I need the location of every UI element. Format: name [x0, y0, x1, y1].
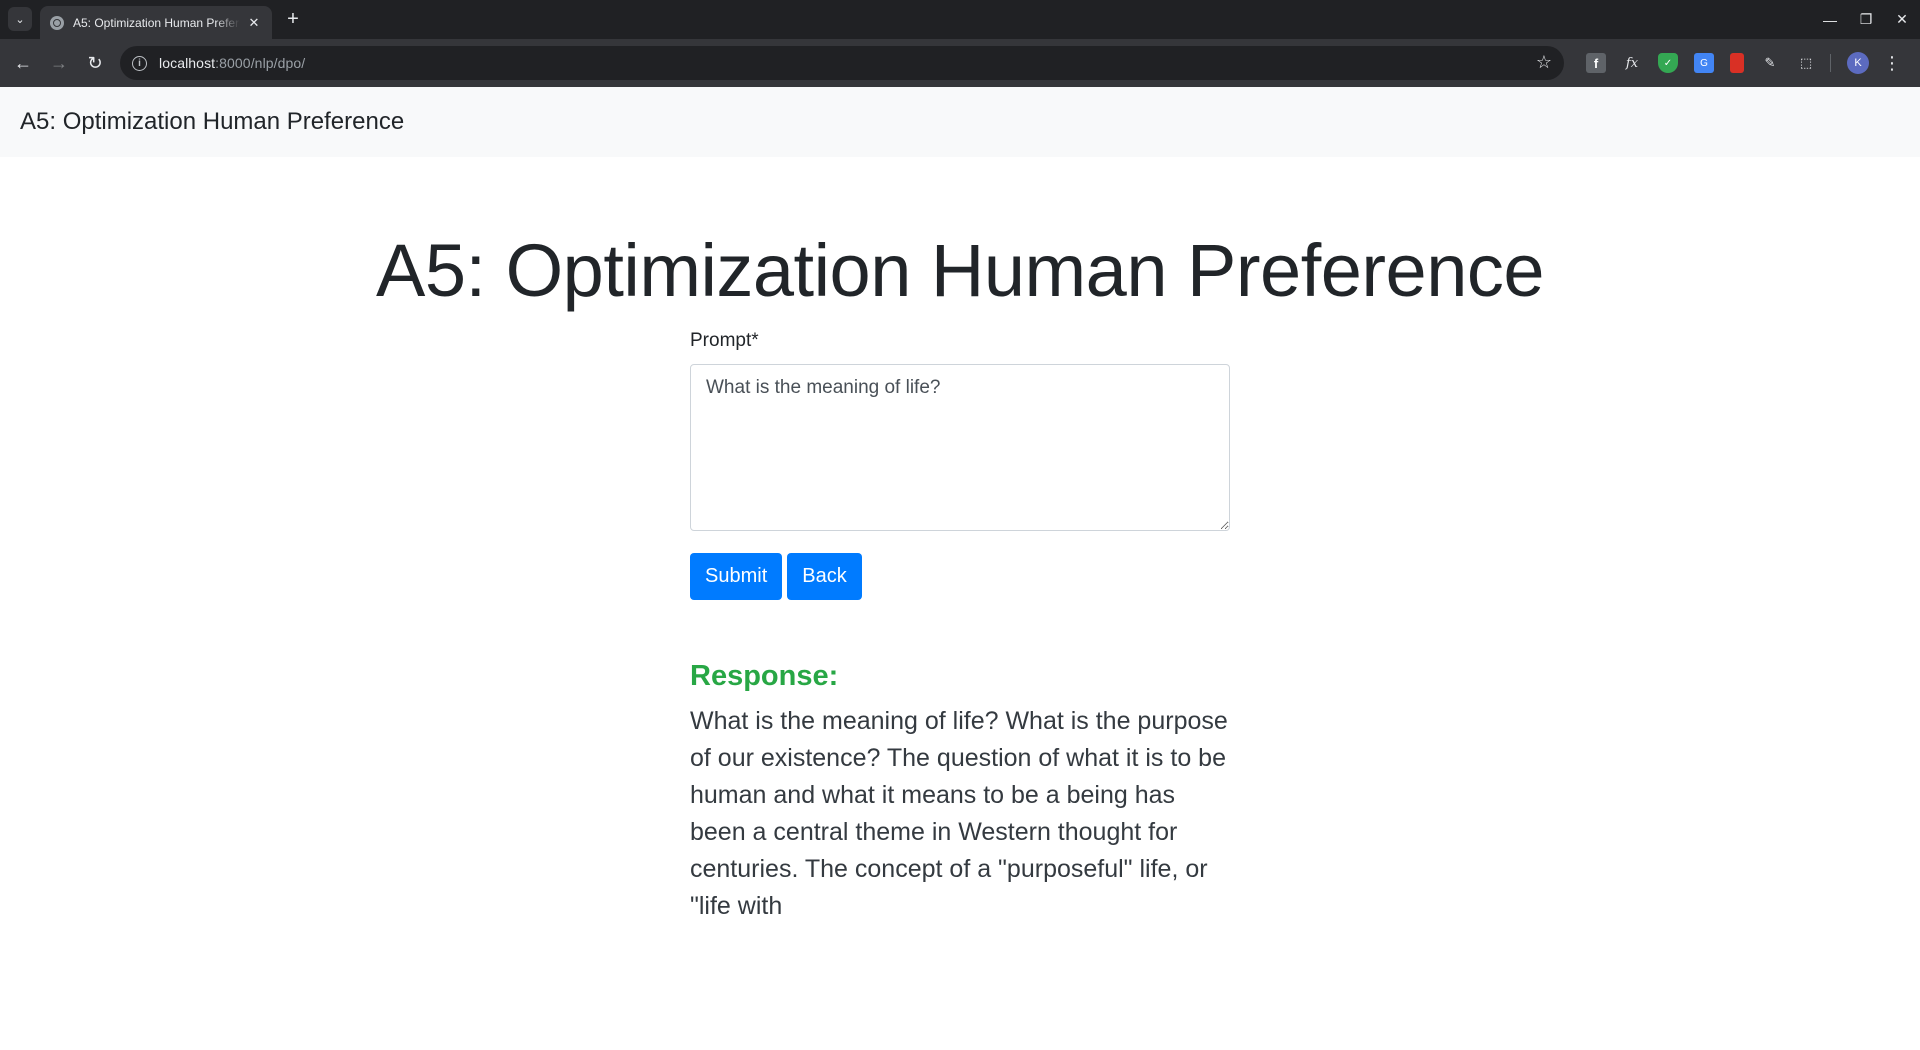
prompt-form: Prompt* What is the meaning of life? Sub… — [690, 330, 1230, 925]
forward-nav-button[interactable]: → — [42, 46, 76, 80]
extension-red-icon[interactable] — [1730, 53, 1744, 73]
submit-button[interactable]: Submit — [690, 552, 783, 600]
tab-search-button[interactable]: ⌄ — [8, 7, 32, 31]
puzzle-extensions-icon[interactable]: ⬚ — [1796, 53, 1816, 73]
address-bar[interactable]: i localhost:8000/nlp/dpo/ ☆ — [120, 46, 1564, 80]
minimize-icon[interactable]: — — [1812, 0, 1848, 39]
back-nav-button[interactable]: ← — [6, 46, 40, 80]
page-title: A5: Optimization Human Preference — [375, 229, 1545, 312]
translate-extension-icon[interactable]: G — [1694, 53, 1714, 73]
restore-icon[interactable]: ❐ — [1848, 0, 1884, 39]
prompt-label: Prompt* — [690, 329, 759, 351]
url-text[interactable]: localhost:8000/nlp/dpo/ — [159, 55, 305, 71]
globe-icon — [50, 15, 64, 30]
extension-shield-icon[interactable]: ✓ — [1658, 53, 1678, 73]
back-button[interactable]: Back — [787, 552, 862, 600]
site-info-icon[interactable]: i — [132, 55, 147, 71]
extensions-area: f fx ✓ G ✎ ⬚ K ⋮ — [1578, 39, 1901, 87]
window-controls: — ❐ ✕ — [1812, 0, 1920, 39]
browser-tabstrip: ⌄ A5: Optimization Human Preference ✕ + … — [0, 0, 1920, 39]
new-tab-button[interactable]: + — [282, 8, 304, 30]
profile-avatar[interactable]: K — [1847, 52, 1869, 74]
extension-fx-icon[interactable]: fx — [1622, 53, 1642, 73]
prompt-textarea[interactable]: What is the meaning of life? — [690, 363, 1230, 531]
browser-toolbar: ← → ↻ i localhost:8000/nlp/dpo/ ☆ f fx ✓… — [0, 39, 1920, 87]
button-row: Submit Back — [690, 552, 1230, 600]
reload-button[interactable]: ↻ — [78, 46, 112, 80]
chevron-down-icon: ⌄ — [15, 13, 25, 26]
window-close-icon[interactable]: ✕ — [1884, 0, 1920, 39]
tab-title: A5: Optimization Human Preference — [73, 15, 240, 30]
extension-f-icon[interactable]: f — [1586, 53, 1606, 73]
close-icon[interactable]: ✕ — [246, 15, 262, 31]
main-content: A5: Optimization Human Preference Prompt… — [0, 227, 1920, 925]
toolbar-divider — [1830, 54, 1831, 72]
bookmark-star-icon[interactable]: ☆ — [1536, 52, 1552, 73]
browser-tab-active[interactable]: A5: Optimization Human Preference ✕ — [40, 6, 272, 39]
eyedropper-icon[interactable]: ✎ — [1760, 53, 1780, 73]
response-heading: Response: — [690, 659, 839, 692]
navbar: A5: Optimization Human Preference — [0, 87, 1920, 157]
response-text: What is the meaning of life? What is the… — [690, 706, 1228, 920]
menu-dots-icon[interactable]: ⋮ — [1883, 53, 1901, 74]
navbar-brand[interactable]: A5: Optimization Human Preference — [20, 108, 404, 136]
